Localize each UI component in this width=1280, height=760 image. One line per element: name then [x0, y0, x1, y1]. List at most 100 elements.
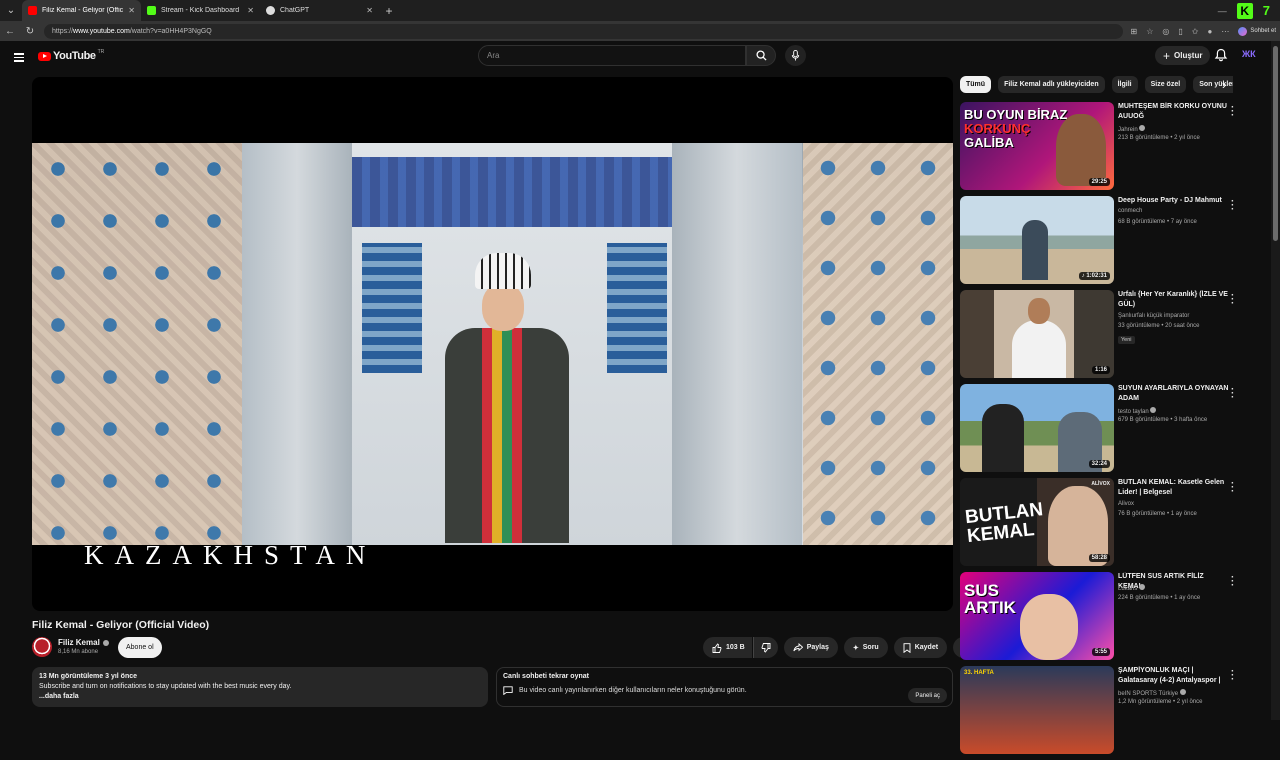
channel-name-row[interactable]: Filiz Kemal — [58, 638, 109, 647]
like-button[interactable]: 103 B — [703, 637, 752, 658]
youtube-logo[interactable]: YouTube TR — [38, 49, 104, 62]
rec-title[interactable]: SUYUN AYARLARIYLA OYNAYAN ADAM — [1118, 384, 1230, 403]
list-item[interactable]: 1:16 Urfalı {Her Yer Karanlık} (İZLE VE … — [960, 290, 1250, 384]
minimize-icon[interactable]: — — [1218, 6, 1227, 16]
save-button[interactable]: Kaydet — [893, 637, 948, 658]
rec-channel[interactable]: conmech — [1118, 208, 1230, 214]
more-vertical-icon[interactable]: · · · — [1231, 103, 1234, 121]
more-menu-icon[interactable]: ⋯ — [1221, 27, 1229, 36]
chip-related[interactable]: İlgili — [1111, 76, 1138, 93]
video-thumbnail[interactable]: 32:24 — [960, 384, 1114, 472]
profile-icon[interactable]: ● — [1207, 27, 1212, 36]
share-button[interactable]: Paylaş — [783, 637, 838, 658]
more-vertical-icon[interactable]: · · · — [1231, 573, 1234, 591]
rec-channel[interactable]: Şanlıurfalı küçük imparator — [1118, 313, 1230, 319]
video-thumbnail[interactable]: BU OYUN BİRAZ KORKUNÇ GALİBA 29:25 — [960, 102, 1114, 190]
install-app-icon[interactable]: ⊞ — [1131, 27, 1138, 36]
ask-button[interactable]: ✦ Soru — [843, 637, 888, 658]
copilot-chat-button[interactable]: Sohbet et — [1238, 26, 1276, 36]
list-item[interactable]: 33. HAFTA ŞAMPİYONLUK MAÇI | Galatasaray… — [960, 666, 1250, 760]
list-item[interactable]: BU OYUN BİRAZ KORKUNÇ GALİBA 29:25 MUHTE… — [960, 102, 1250, 196]
url-field[interactable]: https://www.youtube.com/watch?v=a0HH4P3N… — [44, 23, 1123, 39]
create-button[interactable]: + Oluştur — [1155, 46, 1211, 65]
chip-recent[interactable]: Son yüklenen — [1193, 76, 1234, 93]
performer-head — [482, 283, 524, 331]
tab-chatgpt[interactable]: ChatGPT ✕ — [260, 0, 379, 21]
favorites-icon[interactable]: ✩ — [1192, 27, 1199, 36]
close-tab-icon[interactable]: ✕ — [247, 6, 254, 15]
rec-meta: 76 B görüntüleme • 1 ay önce — [1118, 511, 1197, 517]
rec-channel[interactable]: Alivox — [1118, 501, 1230, 507]
description-box[interactable]: 13 Mn görüntüleme 3 yıl önce Subscribe a… — [32, 667, 488, 707]
back-icon[interactable]: ← — [4, 26, 16, 37]
rec-title[interactable]: Deep House Party - DJ Mahmut — [1118, 196, 1230, 206]
address-bar-row: ← ↻ https://www.youtube.com/watch?v=a0HH… — [0, 21, 1280, 41]
video-thumbnail[interactable]: ♪ 1:02:31 — [960, 196, 1114, 284]
live-chat-replay: Canlı sohbeti tekrar oynat Bu video canl… — [496, 667, 953, 707]
rec-channel-name[interactable]: beIN SPORTS Türkiye — [1118, 691, 1178, 697]
list-item[interactable]: SUS ARTIK 5:55 LÜTFEN SUS ARTIK FİLİZ KE… — [960, 572, 1250, 666]
chip-all[interactable]: Tümü — [960, 76, 992, 93]
chevron-right-icon[interactable]: › — [1222, 78, 1226, 92]
bookmark-star-icon[interactable]: ☆ — [1146, 27, 1153, 36]
notifications-bell-icon[interactable] — [1214, 48, 1228, 62]
plus-icon: + — [1163, 48, 1171, 63]
tab-kick[interactable]: Stream - Kick Dashboard ✕ — [141, 0, 260, 21]
duration-badge: 1:16 — [1091, 366, 1110, 374]
video-thumbnail[interactable]: SUS ARTIK 5:55 — [960, 572, 1114, 660]
subscribe-button[interactable]: Abone ol — [118, 637, 162, 658]
rec-title[interactable]: ŞAMPİYONLUK MAÇI | Galatasaray (4-2) Ant… — [1118, 666, 1230, 686]
account-avatar[interactable]: ЖК — [1242, 49, 1256, 59]
rec-title[interactable]: Urfalı {Her Yer Karanlık} (İZLE VE GÜL) — [1118, 290, 1230, 309]
more-vertical-icon[interactable]: · · · — [1231, 385, 1234, 403]
video-thumbnail[interactable]: 33. HAFTA — [960, 666, 1114, 754]
video-player[interactable]: KAZAKHSTAN — [32, 77, 953, 611]
kick-extension-icon[interactable]: K — [1236, 2, 1253, 19]
split-screen-icon[interactable]: ▯ — [1178, 27, 1182, 36]
youtube-favicon-icon — [28, 6, 37, 15]
list-item[interactable]: BUTLAN KEMAL ALİVOX 58:28 BUTLAN KEMAL: … — [960, 478, 1250, 572]
search-input[interactable]: Ara — [478, 45, 746, 66]
rec-channel-name[interactable]: testo taylan — [1118, 409, 1149, 415]
scrollbar-thumb[interactable] — [1273, 46, 1278, 241]
extension-icon[interactable]: ◎ — [1162, 27, 1169, 36]
rec-channel[interactable]: Jahrein — [1118, 125, 1230, 133]
more-vertical-icon[interactable]: · · · — [1231, 291, 1234, 309]
show-more-link[interactable]: ...daha fazla — [39, 692, 481, 702]
tab-title: Filiz Kemal - Geliyor (Official V — [42, 7, 124, 14]
tab-youtube[interactable]: Filiz Kemal - Geliyor (Official V ✕ — [22, 0, 141, 21]
chip-from-uploader[interactable]: Filiz Kemal adlı yükleyiciden — [998, 76, 1105, 93]
more-vertical-icon[interactable]: · · · — [1231, 667, 1234, 685]
search-button[interactable] — [746, 45, 776, 66]
voice-search-button[interactable] — [785, 45, 806, 66]
rec-title[interactable]: MUHTEŞEM BİR KORKU OYUNU AUUOĞ — [1118, 102, 1230, 121]
mosaic-panel-right — [607, 243, 667, 373]
channel-avatar[interactable] — [32, 637, 52, 657]
open-panel-button[interactable]: Paneli aç — [908, 688, 947, 703]
list-item[interactable]: ♪ 1:02:31 Deep House Party - DJ Mahmut c… — [960, 196, 1250, 290]
pillar-left — [242, 143, 352, 545]
tab-list-icon[interactable]: ⌄ — [0, 0, 22, 21]
close-tab-icon[interactable]: ✕ — [366, 6, 373, 15]
channel-name[interactable]: Filiz Kemal — [58, 638, 100, 647]
new-tab-button[interactable]: + — [379, 4, 399, 18]
dislike-button[interactable] — [752, 637, 778, 658]
rec-channel[interactable]: testo taylan — [1118, 407, 1230, 415]
video-thumbnail[interactable]: 1:16 — [960, 290, 1114, 378]
close-tab-icon[interactable]: ✕ — [128, 6, 135, 15]
more-vertical-icon[interactable]: · · · — [1231, 197, 1234, 215]
chip-for-you[interactable]: Size özel — [1144, 76, 1187, 93]
reload-icon[interactable]: ↻ — [24, 26, 36, 37]
menu-icon[interactable] — [14, 51, 24, 64]
microphone-icon — [791, 50, 800, 61]
thumbnail-person — [1012, 298, 1066, 378]
rec-channel[interactable]: beIN SPORTS Türkiye — [1118, 689, 1230, 697]
rec-channel[interactable]: Lukaris — [1118, 584, 1230, 592]
rec-title[interactable]: BUTLAN KEMAL: Kasetle Gelen Lider! | Bel… — [1118, 478, 1230, 497]
rec-meta: 1,2 Mn görüntüleme • 2 yıl önce — [1118, 699, 1203, 705]
rec-channel-name[interactable]: Lukaris — [1118, 586, 1137, 592]
list-item[interactable]: 32:24 SUYUN AYARLARIYLA OYNAYAN ADAM tes… — [960, 384, 1250, 478]
rec-channel-name[interactable]: Jahrein — [1118, 127, 1138, 133]
more-vertical-icon[interactable]: · · · — [1231, 479, 1234, 497]
video-thumbnail[interactable]: BUTLAN KEMAL ALİVOX 58:28 — [960, 478, 1114, 566]
